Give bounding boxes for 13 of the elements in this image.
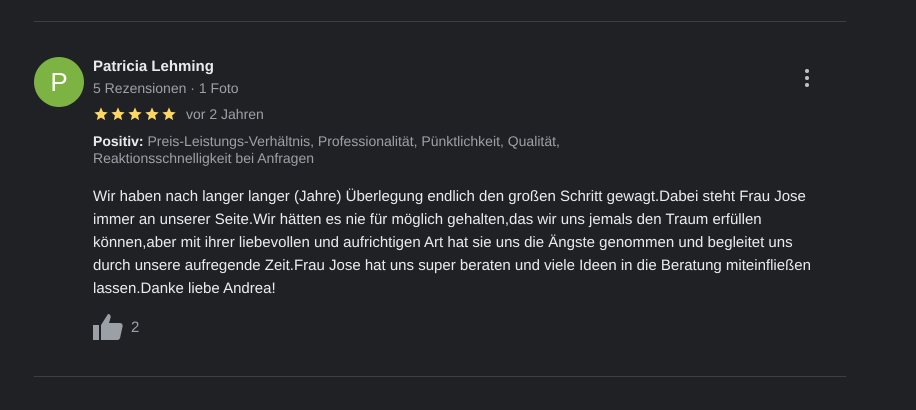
reviewer-meta: 5 Rezensionen · 1 Foto [93,79,239,98]
review-text: Wir haben nach langer langer (Jahre) Überlegung endlich den großen Schritt gewagt.Dabei steht Frau Jose immer an unserer Seite.Wir hätten es nie für möglich gehalten,das wir uns jemals den Traum erfüllen können,aber mit ihrer liebevollen und aufrichtigen Art hat sie uns die Ängste genommen und begleitet uns durch unsere aufregende Zeit.Frau Jose hat uns super beraten und viele Ideen in die Beratung miteinfließen lassen.Danke liebe Andrea! [93,187,812,299]
star-icon [127,106,143,122]
review-date: vor 2 Jahren [186,106,264,122]
review-highlights: Positiv: Preis-Leistungs-Verhältnis, Professionalität, Pünktlichkeit, Qualität, Reaktionsschnelligkeit bei Anfragen [93,133,561,167]
reviewer-name[interactable]: Patricia Lehming [93,57,239,77]
star-icon [110,106,126,122]
star-icon [93,106,109,122]
star-icon [144,106,160,122]
star-icon [161,106,177,122]
thumbs-up-icon[interactable] [93,314,123,340]
like-count: 2 [131,318,140,336]
more-options-icon[interactable] [805,69,809,87]
